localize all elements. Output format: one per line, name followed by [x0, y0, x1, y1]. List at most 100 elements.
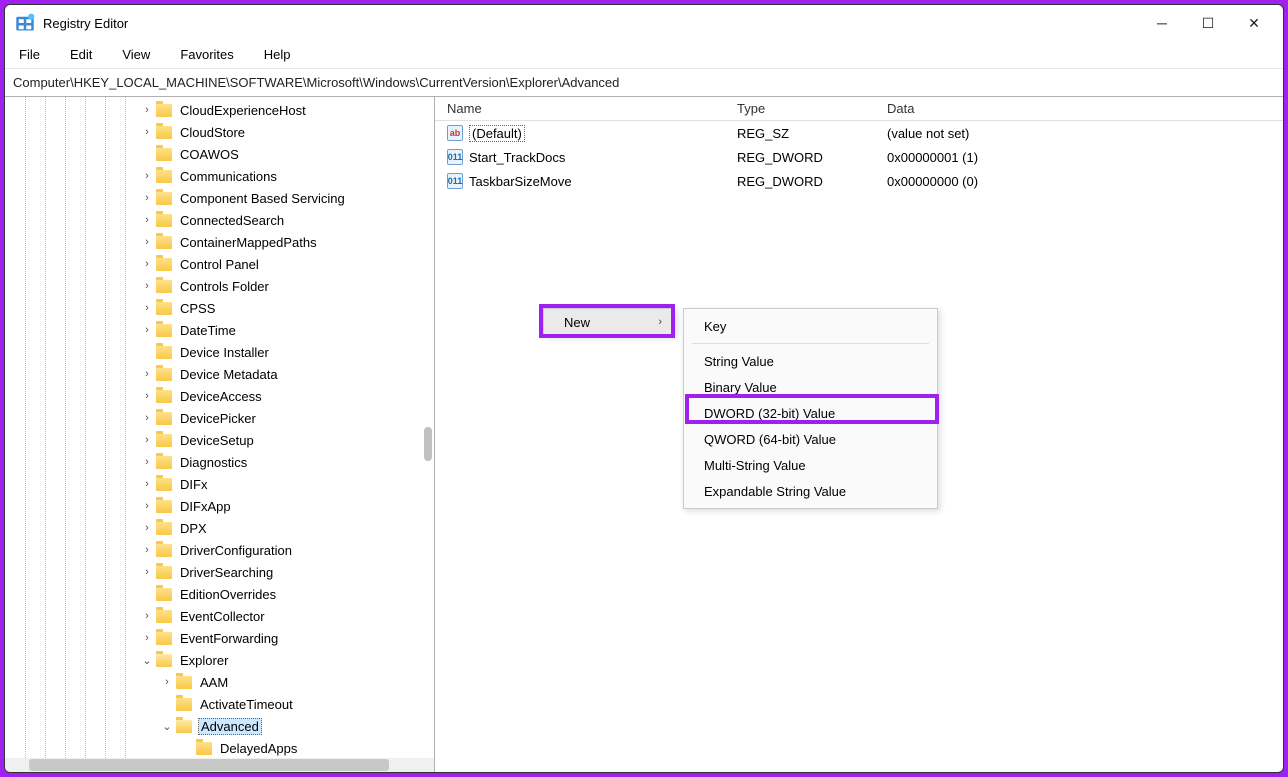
tree-item[interactable]: ActivateTimeout	[5, 693, 434, 715]
chevron-icon[interactable]: ›	[140, 169, 154, 183]
tree-item[interactable]: ›DevicePicker	[5, 407, 434, 429]
chevron-icon[interactable]: ›	[140, 543, 154, 557]
tree-item[interactable]: ›DriverSearching	[5, 561, 434, 583]
submenu-dword[interactable]: DWORD (32-bit) Value	[684, 400, 937, 426]
menu-help[interactable]: Help	[258, 45, 297, 64]
tree-item[interactable]: ›Controls Folder	[5, 275, 434, 297]
chevron-icon[interactable]: ›	[140, 257, 154, 271]
menu-edit[interactable]: Edit	[64, 45, 98, 64]
chevron-icon[interactable]: ›	[140, 125, 154, 139]
chevron-icon[interactable]: ›	[140, 455, 154, 469]
tree-item[interactable]: ⌄Advanced	[5, 715, 434, 737]
folder-icon	[156, 412, 172, 425]
submenu-binary[interactable]: Binary Value	[684, 374, 937, 400]
tree-hscroll[interactable]	[5, 758, 434, 772]
tree-item[interactable]: ›Control Panel	[5, 253, 434, 275]
chevron-icon[interactable]: ›	[140, 565, 154, 579]
tree-item[interactable]: ›DPX	[5, 517, 434, 539]
main-split: ›CloudExperienceHost›CloudStoreCOAWOS›Co…	[5, 97, 1283, 772]
folder-icon	[156, 324, 172, 337]
chevron-icon[interactable]: ›	[140, 477, 154, 491]
tree-vscroll-thumb[interactable]	[424, 427, 432, 461]
chevron-icon[interactable]: ›	[140, 609, 154, 623]
addressbar[interactable]: Computer\HKEY_LOCAL_MACHINE\SOFTWARE\Mic…	[5, 69, 1283, 97]
chevron-icon[interactable]: ›	[140, 235, 154, 249]
chevron-icon[interactable]: ⌄	[140, 653, 154, 667]
tree-item-label: CloudStore	[178, 125, 247, 140]
titlebar[interactable]: Registry Editor ─ ☐ ✕	[5, 5, 1283, 41]
minimize-button[interactable]: ─	[1139, 7, 1185, 39]
chevron-icon[interactable]: ›	[140, 411, 154, 425]
submenu-key[interactable]: Key	[684, 313, 937, 339]
tree-item[interactable]: ›AAM	[5, 671, 434, 693]
tree-item[interactable]: ›Diagnostics	[5, 451, 434, 473]
chevron-right-icon: ›	[658, 316, 662, 328]
chevron-icon[interactable]: ›	[140, 499, 154, 513]
submenu-multi[interactable]: Multi-String Value	[684, 452, 937, 478]
tree-item[interactable]: › DeviceAccess	[5, 385, 434, 407]
values-list[interactable]: ab(Default)REG_SZ(value not set)011Start…	[435, 121, 1283, 193]
chevron-icon[interactable]: ›	[140, 631, 154, 645]
tree-item[interactable]: ›ConnectedSearch	[5, 209, 434, 231]
maximize-button[interactable]: ☐	[1185, 7, 1231, 39]
chevron-icon[interactable]: ›	[140, 279, 154, 293]
menu-file[interactable]: File	[13, 45, 46, 64]
folder-icon	[156, 566, 172, 579]
tree-item[interactable]: › DateTime	[5, 319, 434, 341]
tree-item[interactable]: ›ContainerMappedPaths	[5, 231, 434, 253]
tree-item-label: DeviceAccess	[178, 389, 264, 404]
chevron-icon[interactable]: ›	[140, 389, 154, 403]
close-button[interactable]: ✕	[1231, 7, 1277, 39]
submenu-qword[interactable]: QWORD (64-bit) Value	[684, 426, 937, 452]
value-row[interactable]: 011TaskbarSizeMoveREG_DWORD0x00000000 (0…	[435, 169, 1283, 193]
menu-view[interactable]: View	[116, 45, 156, 64]
tree-item[interactable]: ›Component Based Servicing	[5, 187, 434, 209]
tree-item[interactable]: ›Communications	[5, 165, 434, 187]
col-data[interactable]: Data	[883, 101, 1283, 116]
tree-item[interactable]: ›EventForwarding	[5, 627, 434, 649]
menu-favorites[interactable]: Favorites	[174, 45, 239, 64]
tree[interactable]: ›CloudExperienceHost›CloudStoreCOAWOS›Co…	[5, 97, 434, 758]
tree-item-label: DateTime	[178, 323, 238, 338]
chevron-icon[interactable]: ›	[140, 301, 154, 315]
chevron-icon[interactable]: ›	[140, 103, 154, 117]
tree-item[interactable]: ›CPSS	[5, 297, 434, 319]
submenu-string[interactable]: String Value	[684, 348, 937, 374]
tree-item[interactable]: ›DeviceSetup	[5, 429, 434, 451]
value-row[interactable]: 011Start_TrackDocsREG_DWORD0x00000001 (1…	[435, 145, 1283, 169]
chevron-icon[interactable]: ›	[160, 675, 174, 689]
chevron-icon[interactable]: ›	[140, 521, 154, 535]
window-frame: Registry Editor ─ ☐ ✕ File Edit View Fav…	[4, 4, 1284, 773]
tree-item-label: COAWOS	[178, 147, 241, 162]
tree-item[interactable]: EditionOverrides	[5, 583, 434, 605]
folder-icon	[156, 588, 172, 601]
tree-item[interactable]: DelayedApps	[5, 737, 434, 758]
tree-item[interactable]: › CloudStore	[5, 121, 434, 143]
folder-icon	[156, 544, 172, 557]
value-row[interactable]: ab(Default)REG_SZ(value not set)	[435, 121, 1283, 145]
tree-item[interactable]: ›DIFxApp	[5, 495, 434, 517]
folder-icon	[156, 478, 172, 491]
tree-item[interactable]: ›DIFx	[5, 473, 434, 495]
context-menu-new[interactable]: New ›	[544, 309, 674, 335]
chevron-icon[interactable]: ›	[140, 433, 154, 447]
tree-item[interactable]: Device Installer	[5, 341, 434, 363]
tree-item[interactable]: COAWOS	[5, 143, 434, 165]
chevron-icon[interactable]: ›	[140, 191, 154, 205]
chevron-icon[interactable]: ⌄	[160, 719, 174, 733]
tree-item[interactable]: ›EventCollector	[5, 605, 434, 627]
chevron-icon[interactable]: ›	[140, 213, 154, 227]
tree-item[interactable]: ›DriverConfiguration	[5, 539, 434, 561]
col-type[interactable]: Type	[733, 101, 883, 116]
menubar: File Edit View Favorites Help	[5, 41, 1283, 69]
folder-icon	[176, 698, 192, 711]
tree-item[interactable]: ›CloudExperienceHost	[5, 99, 434, 121]
folder-icon	[156, 258, 172, 271]
tree-item[interactable]: ⌄Explorer	[5, 649, 434, 671]
tree-hscroll-thumb[interactable]	[29, 759, 389, 771]
tree-item[interactable]: ›Device Metadata	[5, 363, 434, 385]
col-name[interactable]: Name	[443, 101, 733, 116]
chevron-icon[interactable]: ›	[140, 367, 154, 381]
chevron-icon[interactable]: ›	[140, 323, 154, 337]
submenu-expand[interactable]: Expandable String Value	[684, 478, 937, 504]
